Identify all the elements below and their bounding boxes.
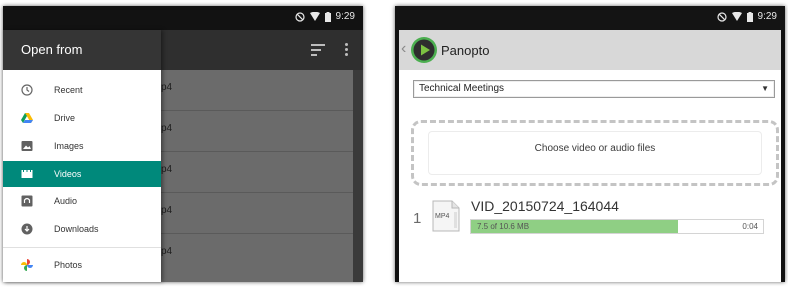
file-list-item[interactable]: p4 (161, 70, 353, 110)
file-name-suffix: p4 (161, 205, 173, 216)
right-phone-screen: 9:29 ‹ Panopto Technical Meetings ▼ Choo… (395, 6, 785, 282)
wifi-icon (309, 12, 320, 21)
back-chevron-icon[interactable]: ‹ (401, 41, 406, 57)
nav-item-label: Recent (54, 85, 83, 95)
do-not-disturb-icon (294, 11, 305, 22)
dropdown-arrow-icon: ▼ (761, 84, 769, 93)
scrollbar-track[interactable] (353, 70, 363, 282)
status-bar: 9:29 (395, 6, 785, 30)
drawer-title: Open from (21, 42, 83, 57)
file-list-item[interactable]: p4 (161, 111, 353, 151)
file-name-suffix: p4 (161, 82, 173, 93)
status-time: 9:29 (757, 11, 777, 22)
nav-item-drive[interactable]: Drive (3, 105, 161, 131)
sort-icon[interactable] (311, 44, 325, 56)
nav-item-photos[interactable]: Photos (3, 252, 161, 278)
nav-item-label: Photos (54, 260, 83, 270)
status-time: 9:29 (335, 11, 355, 22)
file-list: p4 p4 p4 p4 p4 (161, 70, 353, 282)
more-vert-icon[interactable] (345, 43, 349, 57)
upload-progress-bar: 7.5 of 10.6 MB 0:04 (470, 219, 764, 234)
drive-icon (21, 113, 33, 123)
battery-icon (746, 11, 753, 22)
wifi-icon (731, 12, 742, 21)
upload-index: 1 (413, 210, 422, 227)
file-name-suffix: p4 (161, 164, 173, 175)
app-title: Panopto (441, 43, 490, 58)
status-bar: 9:29 (3, 6, 363, 30)
upload-file-name: VID_20150724_164044 (471, 198, 619, 214)
audio-icon (21, 195, 33, 207)
action-bar: ‹ Panopto (399, 30, 781, 70)
file-name-suffix: p4 (161, 123, 173, 134)
battery-icon (324, 11, 331, 22)
do-not-disturb-icon (716, 11, 727, 22)
panopto-play-logo[interactable] (410, 36, 438, 64)
progress-text: 7.5 of 10.6 MB (477, 222, 530, 231)
open-from-drawer: Open from Recent Drive Images Videos Aud… (3, 30, 161, 282)
image-icon (21, 141, 33, 151)
nav-item-label: Drive (54, 113, 76, 123)
mp4-file-icon: MP4 (432, 200, 460, 232)
nav-item-recent[interactable]: Recent (3, 77, 161, 103)
elapsed-time: 0:04 (742, 222, 758, 231)
folder-select[interactable]: Technical Meetings ▼ (413, 80, 775, 98)
clock-icon (21, 84, 33, 96)
nav-item-label: Downloads (54, 224, 99, 234)
file-type-label: MP4 (435, 213, 450, 220)
file-toolbar (161, 30, 363, 70)
download-icon (21, 223, 33, 235)
video-icon (21, 170, 33, 178)
drawer-divider (3, 247, 161, 248)
nav-item-label: Audio (54, 196, 78, 206)
nav-item-audio[interactable]: Audio (3, 188, 161, 214)
nav-item-downloads[interactable]: Downloads (3, 216, 161, 242)
nav-item-images[interactable]: Images (3, 133, 161, 159)
file-list-item[interactable]: p4 (161, 193, 353, 233)
file-name-suffix: p4 (161, 246, 173, 257)
choose-files-dropzone[interactable]: Choose video or audio files (411, 120, 779, 186)
nav-item-label: Images (54, 141, 84, 151)
file-list-item[interactable]: p4 (161, 152, 353, 192)
folder-select-value: Technical Meetings (419, 83, 505, 94)
panopto-app: ‹ Panopto Technical Meetings ▼ Choose vi… (399, 30, 781, 282)
file-list-item[interactable]: p4 (161, 234, 353, 274)
nav-item-label: Videos (54, 169, 82, 179)
dropzone-label: Choose video or audio files (534, 143, 656, 154)
photos-icon (21, 259, 33, 271)
left-phone-screen: 9:29 p4 p4 p4 p4 p4 Open from Recent Dri… (3, 6, 363, 282)
nav-item-videos[interactable]: Videos (3, 161, 161, 187)
drawer-header: Open from (3, 30, 161, 70)
